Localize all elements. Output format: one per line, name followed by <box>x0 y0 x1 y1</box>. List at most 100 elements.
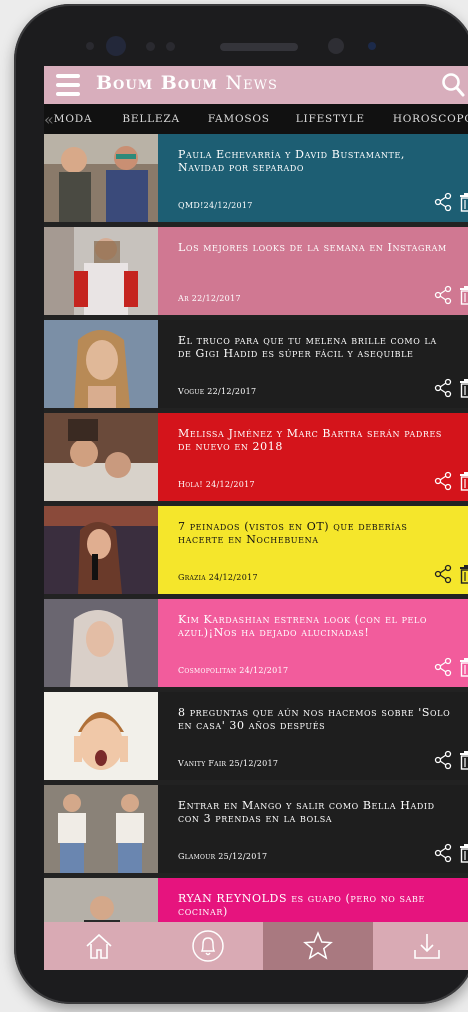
phone-frame: Boum Boum News « MODA BELLEZA FAMOSOS LI… <box>14 4 468 1004</box>
article-thumbnail <box>44 413 158 501</box>
category-nav: « MODA BELLEZA FAMOSOS LIFESTYLE HOROSCO… <box>44 104 468 134</box>
download-icon <box>414 934 441 959</box>
article-actions <box>434 564 468 584</box>
article-meta: Hola! 24/12/2017 <box>178 480 255 489</box>
app-header: Boum Boum News <box>44 66 468 104</box>
category-tab-lifestyle[interactable]: LIFESTYLE <box>296 113 365 125</box>
speaker-grille <box>220 43 298 51</box>
nav-downloads[interactable] <box>373 922 468 970</box>
category-tab-belleza[interactable]: BELLEZA <box>122 113 179 125</box>
article-meta: Vanity Fair 25/12/2017 <box>178 759 279 768</box>
bottom-nav <box>44 922 468 970</box>
trash-icon[interactable] <box>458 471 468 491</box>
article-info: Paula Echevarría y David Bustamante, Nav… <box>158 134 468 222</box>
nav-favorites[interactable] <box>263 922 373 970</box>
article-row[interactable]: 7 peinados (vistos en OT) que deberías h… <box>44 506 468 594</box>
trash-icon[interactable] <box>458 378 468 398</box>
article-actions <box>434 843 468 863</box>
article-thumbnail <box>44 785 158 873</box>
phone-top-bezel <box>14 4 468 66</box>
article-thumbnail <box>44 134 158 222</box>
brand-light: News <box>225 72 278 94</box>
article-thumbnail <box>44 506 158 594</box>
article-title: 8 preguntas que aún nos hacemos sobre 'S… <box>178 706 451 732</box>
article-thumbnail <box>44 320 158 408</box>
article-title: Los mejores looks de la semana en Instag… <box>178 241 447 254</box>
article-title: Kim Kardashian estrena look (con el pelo… <box>178 613 428 639</box>
app-screen: Boum Boum News « MODA BELLEZA FAMOSOS LI… <box>44 66 468 970</box>
article-row[interactable]: Kim Kardashian estrena look (con el pelo… <box>44 599 468 687</box>
trash-icon[interactable] <box>458 564 468 584</box>
article-meta: Cosmopolitan 24/12/2017 <box>178 666 289 675</box>
category-tab-horoscopo[interactable]: HOROSCOPO <box>393 113 468 125</box>
article-row[interactable]: Melissa Jiménez y Marc Bartra serán padr… <box>44 413 468 501</box>
share-icon[interactable] <box>434 471 452 491</box>
share-icon[interactable] <box>434 843 452 863</box>
photo-image <box>44 785 158 873</box>
hamburger-menu-icon[interactable] <box>56 74 80 96</box>
article-actions <box>434 378 468 398</box>
trash-icon[interactable] <box>458 843 468 863</box>
article-thumbnail <box>44 227 158 315</box>
app-title: Boum Boum News <box>96 72 278 94</box>
sensor-icon <box>86 42 94 50</box>
photo-image <box>44 413 158 501</box>
chevron-left-icon[interactable]: « <box>44 110 54 129</box>
article-title: El truco para que tu melena brille como … <box>178 334 437 360</box>
trash-icon[interactable] <box>458 657 468 677</box>
search-icon[interactable] <box>440 71 466 99</box>
home-icon <box>86 933 112 959</box>
article-info: El truco para que tu melena brille como … <box>158 320 468 408</box>
article-list: Paula Echevarría y David Bustamante, Nav… <box>44 134 468 970</box>
article-row[interactable]: 8 preguntas que aún nos hacemos sobre 'S… <box>44 692 468 780</box>
article-row[interactable]: Los mejores looks de la semana en Instag… <box>44 227 468 315</box>
share-icon[interactable] <box>434 285 452 305</box>
article-actions <box>434 192 468 212</box>
iris-camera-icon <box>328 38 344 54</box>
article-info: 8 preguntas que aún nos hacemos sobre 'S… <box>158 692 468 780</box>
article-title: Paula Echevarría y David Bustamante, Nav… <box>178 148 406 174</box>
article-meta: Glamour 25/12/2017 <box>178 852 268 861</box>
article-info: Melissa Jiménez y Marc Bartra serán padr… <box>158 413 468 501</box>
category-tab-moda[interactable]: MODA <box>54 113 93 125</box>
article-thumbnail <box>44 599 158 687</box>
article-info: Kim Kardashian estrena look (con el pelo… <box>158 599 468 687</box>
share-icon[interactable] <box>434 657 452 677</box>
trash-icon[interactable] <box>458 285 468 305</box>
article-actions <box>434 750 468 770</box>
article-thumbnail <box>44 692 158 780</box>
trash-icon[interactable] <box>458 192 468 212</box>
photo-image <box>44 134 158 222</box>
photo-image <box>44 227 158 315</box>
sensor-icon <box>146 42 155 51</box>
brand-bold: Boum Boum <box>96 72 218 94</box>
nav-home[interactable] <box>44 922 154 970</box>
article-row[interactable]: Entrar en Mango y salir como Bella Hadid… <box>44 785 468 873</box>
article-title: RYAN REYNOLDS es guapo (pero no sabe coc… <box>178 892 425 918</box>
article-actions <box>434 471 468 491</box>
background: Boum Boum News « MODA BELLEZA FAMOSOS LI… <box>0 0 468 1012</box>
article-row[interactable]: Paula Echevarría y David Bustamante, Nav… <box>44 134 468 222</box>
share-icon[interactable] <box>434 378 452 398</box>
article-row[interactable]: El truco para que tu melena brille como … <box>44 320 468 408</box>
share-icon[interactable] <box>434 750 452 770</box>
article-meta: Vogue 22/12/2017 <box>178 387 257 396</box>
category-tab-famosos[interactable]: FAMOSOS <box>208 113 270 125</box>
sensor-icon <box>166 42 175 51</box>
share-icon[interactable] <box>434 192 452 212</box>
article-info: 7 peinados (vistos en OT) que deberías h… <box>158 506 468 594</box>
photo-image <box>44 506 158 594</box>
article-title: 7 peinados (vistos en OT) que deberías h… <box>178 520 408 546</box>
front-camera-icon <box>106 36 126 56</box>
nav-notifications[interactable] <box>154 922 264 970</box>
article-info: Los mejores looks de la semana en Instag… <box>158 227 468 315</box>
share-icon[interactable] <box>434 564 452 584</box>
article-meta: Grazia 24/12/2017 <box>178 573 258 582</box>
trash-icon[interactable] <box>458 750 468 770</box>
article-actions <box>434 657 468 677</box>
star-icon <box>302 931 333 960</box>
sensor-icon <box>368 42 376 50</box>
photo-image <box>44 692 158 780</box>
bell-icon <box>192 930 224 962</box>
photo-image <box>44 320 158 408</box>
